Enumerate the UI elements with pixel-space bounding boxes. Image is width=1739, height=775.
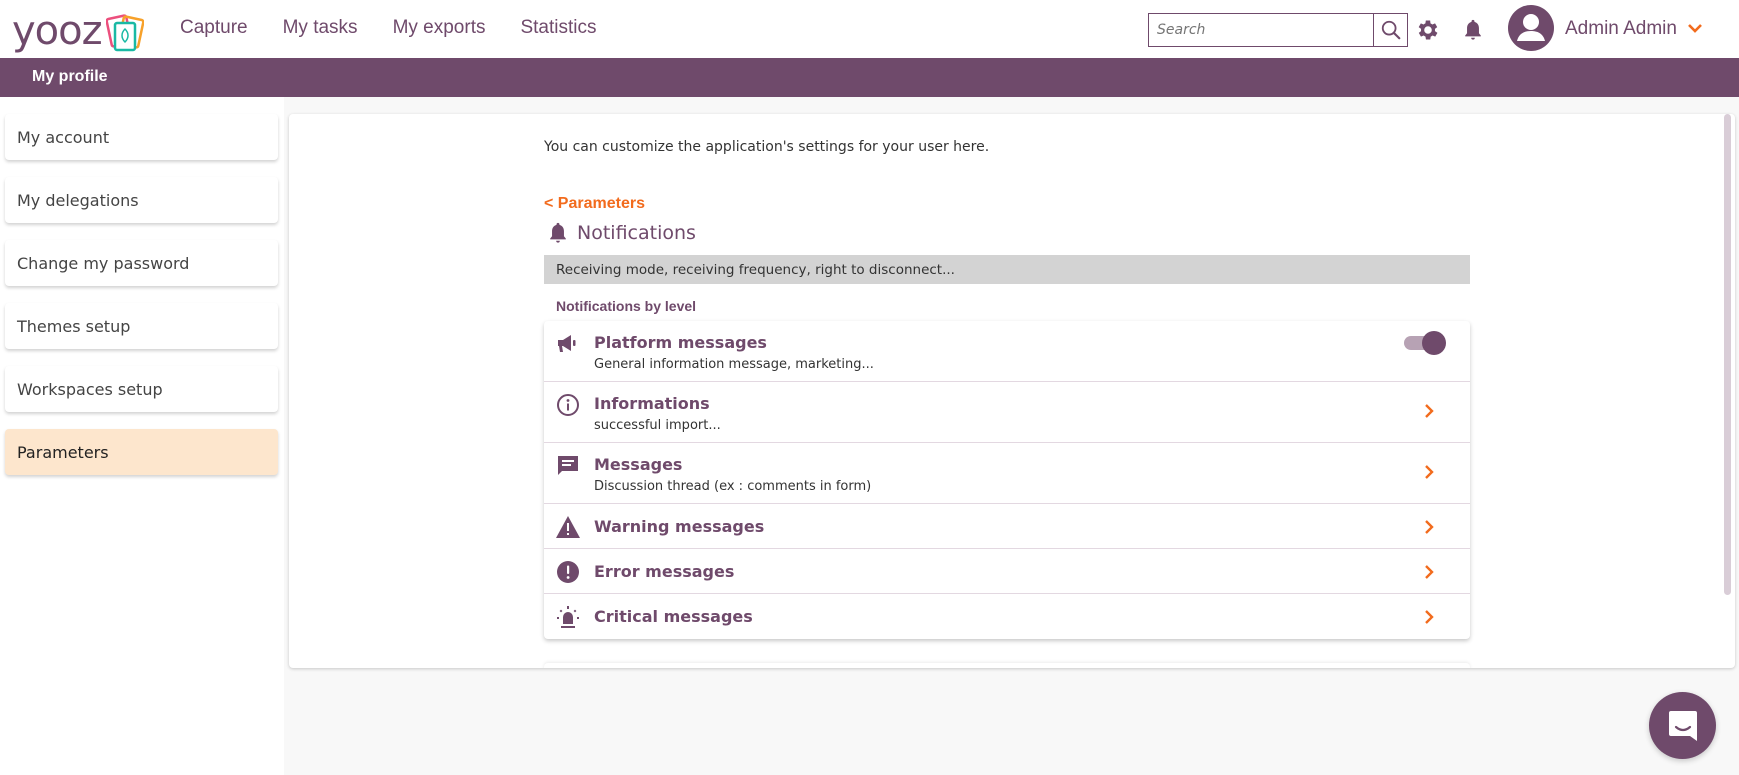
- search-icon: [1381, 20, 1400, 40]
- logo-cards-icon: [105, 14, 144, 52]
- user-name[interactable]: Admin Admin: [1565, 18, 1677, 40]
- row-title: Warning messages: [594, 517, 765, 536]
- chat-support-button[interactable]: [1649, 692, 1716, 759]
- siren-icon: [555, 604, 581, 630]
- notifications-bell-icon[interactable]: [1462, 18, 1484, 42]
- chevron-down-icon[interactable]: [1687, 22, 1703, 34]
- yooz-logo[interactable]: yooz: [12, 10, 144, 52]
- row-title: Critical messages: [594, 607, 753, 626]
- level-label: Notifications by level: [556, 298, 697, 314]
- section-title: Notifications: [547, 220, 696, 246]
- list-item-critical-messages[interactable]: Critical messages: [544, 594, 1470, 639]
- list-item-informations[interactable]: Informations successful import...: [544, 382, 1470, 443]
- sidebar-item-parameters[interactable]: Parameters: [5, 429, 278, 475]
- chevron-right-icon[interactable]: [1422, 563, 1436, 581]
- row-title: Platform messages: [594, 333, 767, 352]
- nav-my-exports[interactable]: My exports: [393, 17, 486, 39]
- page-title: My profile: [32, 68, 108, 85]
- user-icon: [1517, 14, 1545, 41]
- chevron-right-icon[interactable]: [1422, 518, 1436, 536]
- row-title: Error messages: [594, 562, 735, 581]
- nav-capture[interactable]: Capture: [180, 17, 248, 39]
- error-icon: [555, 559, 581, 585]
- sidebar-item-workspaces-setup[interactable]: Workspaces setup: [5, 366, 278, 412]
- megaphone-icon: [555, 331, 581, 357]
- chevron-right-icon[interactable]: [1422, 463, 1436, 481]
- chevron-right-icon[interactable]: [1422, 608, 1436, 626]
- settings-gear-icon[interactable]: [1415, 17, 1441, 43]
- row-subtitle: General information message, marketing..…: [594, 357, 874, 372]
- profile-sidebar: My account My delegations Change my pass…: [5, 114, 278, 492]
- row-title: Messages: [594, 455, 683, 474]
- sidebar-item-my-delegations[interactable]: My delegations: [5, 177, 278, 223]
- search-input[interactable]: [1149, 14, 1373, 46]
- list-item-error-messages[interactable]: Error messages: [544, 549, 1470, 594]
- list-item-messages[interactable]: Messages Discussion thread (ex : comment…: [544, 443, 1470, 504]
- search-box: [1148, 13, 1408, 47]
- nav-statistics[interactable]: Statistics: [520, 17, 596, 39]
- platform-messages-toggle[interactable]: [1404, 331, 1446, 355]
- back-to-parameters-link[interactable]: < Parameters: [544, 195, 645, 213]
- toggle-knob: [1422, 331, 1446, 355]
- general-settings-bar[interactable]: Receiving mode, receiving frequency, rig…: [544, 255, 1470, 284]
- message-icon: [555, 453, 581, 479]
- row-subtitle: successful import...: [594, 418, 721, 433]
- bell-icon: [550, 222, 566, 243]
- intro-text: You can customize the application's sett…: [544, 139, 990, 155]
- notification-levels-list: Platform messages General information me…: [544, 321, 1470, 639]
- chevron-right-icon[interactable]: [1422, 402, 1436, 420]
- sidebar-item-my-account[interactable]: My account: [5, 114, 278, 160]
- panel-scrollbar[interactable]: [1724, 114, 1731, 595]
- nav-my-tasks[interactable]: My tasks: [283, 17, 358, 39]
- sidebar-item-change-password[interactable]: Change my password: [5, 240, 278, 286]
- chat-icon: [1668, 710, 1697, 741]
- next-card-partial: [544, 663, 1470, 668]
- logo-text: yooz: [12, 8, 103, 54]
- warning-icon: [555, 514, 581, 540]
- user-avatar[interactable]: [1508, 5, 1554, 51]
- section-title-text: Notifications: [577, 222, 696, 244]
- sidebar-item-themes-setup[interactable]: Themes setup: [5, 303, 278, 349]
- main-panel: You can customize the application's sett…: [289, 114, 1735, 668]
- row-subtitle: Discussion thread (ex : comments in form…: [594, 479, 872, 494]
- page-header-bar: My profile: [0, 58, 1739, 97]
- row-title: Informations: [594, 394, 710, 413]
- main-nav: Capture My tasks My exports Statistics: [180, 17, 597, 39]
- info-circle-icon: [555, 392, 581, 418]
- top-navbar: yooz Capture My tasks My exports Statist…: [0, 0, 1739, 58]
- list-item-platform-messages: Platform messages General information me…: [544, 321, 1470, 382]
- search-button[interactable]: [1373, 14, 1407, 46]
- list-item-warning-messages[interactable]: Warning messages: [544, 504, 1470, 549]
